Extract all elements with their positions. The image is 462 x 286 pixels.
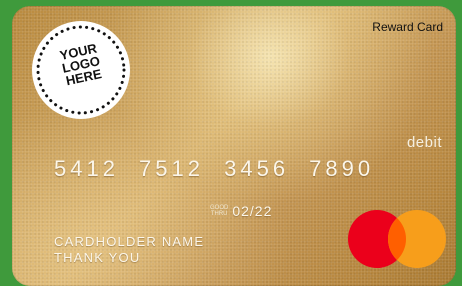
debit-label: debit — [406, 134, 442, 151]
valid-thru-line: THRU — [210, 211, 228, 217]
expiry-date: 02/22 — [232, 203, 273, 219]
cardholder-name: CARDHOLDER NAME — [54, 234, 205, 249]
valid-thru-label: GOOD THRU — [210, 205, 228, 217]
card-number: 5412 7512 3456 7890 — [54, 156, 375, 181]
cardholder-block: CARDHOLDER NAME THANK YOU — [54, 234, 204, 266]
expiry-block: GOOD THRU 02/22 — [210, 203, 272, 219]
mastercard-logo-icon — [348, 210, 446, 268]
card-type-label: Reward Card — [372, 20, 443, 34]
logo-badge: YOUR LOGO HERE — [32, 21, 130, 119]
cardholder-message: THANK YOU — [54, 250, 141, 265]
reward-card: YOUR LOGO HERE Reward Card debit 5412 75… — [12, 6, 456, 286]
